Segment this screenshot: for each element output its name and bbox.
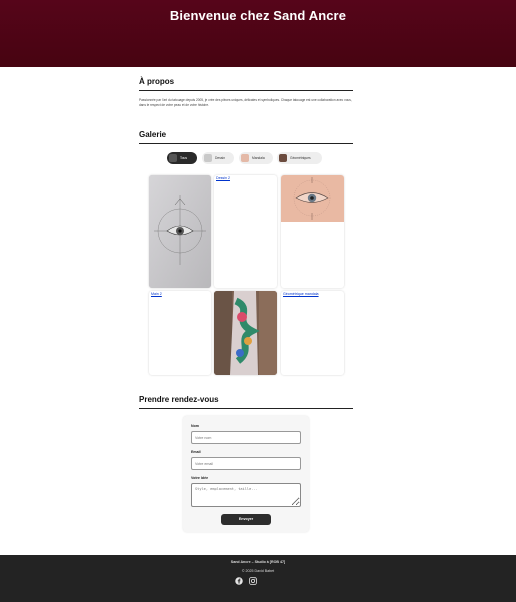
- filter-geometric-button[interactable]: Géométriques: [277, 152, 322, 164]
- filter-label: Géométriques: [290, 156, 311, 160]
- gallery-heading: Galerie: [139, 130, 353, 144]
- email-input[interactable]: [191, 457, 301, 470]
- gallery-item-eye-drawing[interactable]: [149, 175, 211, 288]
- footer-copyright: © 2025 David Babet: [241, 569, 275, 573]
- about-heading: À propos: [139, 77, 353, 91]
- filter-mandala-button[interactable]: Mandala: [239, 152, 273, 164]
- footer: Sand Ancre – Studio à [ROB 47] © 2025 Da…: [0, 555, 516, 602]
- broken-image-link[interactable]: Dessin 2: [216, 176, 230, 180]
- gallery-item-geometric-mandala[interactable]: Géométrique mandala: [281, 291, 344, 375]
- about-text: Passionnée par l'art du tatouage depuis …: [139, 98, 352, 107]
- filter-dessin-button[interactable]: Dessin: [202, 152, 234, 164]
- filter-thumbnail: [241, 154, 249, 162]
- gallery-item-eye-tattoo[interactable]: [281, 175, 344, 288]
- gallery-item-dessin-2[interactable]: Dessin 2: [214, 175, 277, 288]
- filter-thumbnail: [169, 154, 177, 162]
- idea-label: Votre Idée: [191, 476, 209, 480]
- filter-label: Dessin: [215, 156, 226, 160]
- page-title: Bienvenue chez Sand Ancre: [169, 8, 347, 23]
- eye-drawing-image: [149, 175, 211, 288]
- gallery-item-arm-tattoo[interactable]: [214, 291, 277, 375]
- idea-textarea[interactable]: [191, 483, 301, 507]
- filter-all-button[interactable]: Tous: [167, 152, 197, 164]
- footer-address: Sand Ancre – Studio à [ROB 47]: [230, 560, 286, 564]
- filter-thumbnail: [204, 154, 212, 162]
- broken-image-link[interactable]: Géométrique mandala: [283, 292, 319, 296]
- facebook-icon[interactable]: [235, 577, 243, 585]
- email-label: Email: [191, 450, 201, 454]
- filter-label: Mandala: [252, 156, 265, 160]
- name-label: Nom: [191, 424, 199, 428]
- arm-tattoo-image: [214, 291, 277, 375]
- filter-label: Tous: [180, 156, 187, 160]
- appointment-heading: Prendre rendez-vous: [139, 395, 353, 409]
- appointment-form: Nom Email Votre Idée Envoyer: [183, 416, 309, 532]
- submit-button[interactable]: Envoyer: [221, 514, 271, 525]
- gallery-filters: Tous Dessin Mandala Géométriques: [0, 152, 516, 164]
- broken-image-link[interactable]: Main 2: [151, 292, 162, 296]
- instagram-icon[interactable]: [249, 577, 257, 585]
- hero-header: Bienvenue chez Sand Ancre: [0, 0, 516, 67]
- name-input[interactable]: [191, 431, 301, 444]
- gallery-item-main-2[interactable]: Main 2: [149, 291, 211, 375]
- filter-thumbnail: [279, 154, 287, 162]
- eye-tattoo-image: [281, 175, 344, 222]
